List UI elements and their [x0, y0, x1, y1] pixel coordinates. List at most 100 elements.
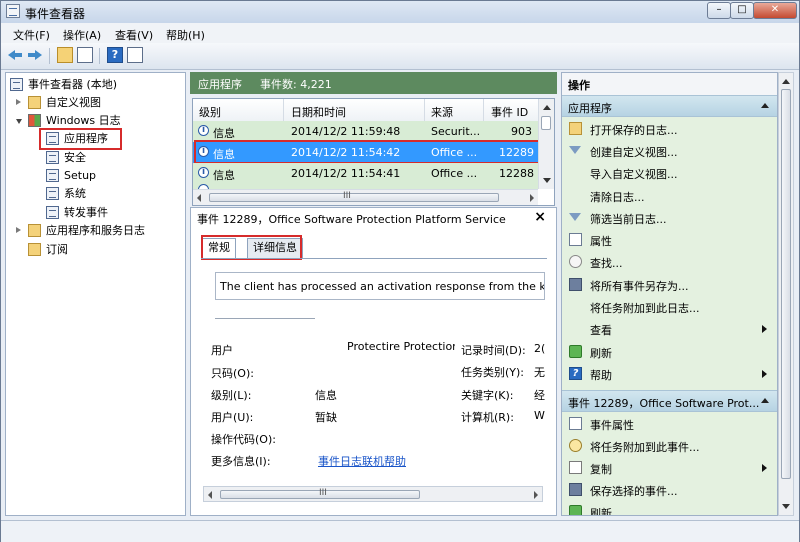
action-attach-task-to-event[interactable]: 将任务附加到此事件... [562, 435, 777, 457]
find-binoculars-icon [569, 255, 582, 268]
tree-item-app-service-logs[interactable]: 应用程序和服务日志 [10, 222, 180, 239]
event-log-online-help-link[interactable]: 事件日志联机帮助 [318, 453, 406, 469]
action-find[interactable]: 查找... [562, 251, 777, 273]
field-opcode-label: 只码(O): [211, 367, 254, 380]
event-description-box[interactable]: The client has processed an activation r… [215, 272, 545, 300]
field-user-label: 用户 [211, 344, 233, 357]
expand-arrow-icon[interactable] [16, 99, 21, 105]
action-label: 事件属性 [590, 419, 634, 432]
field-level-value: 信息 [315, 389, 337, 402]
column-divider[interactable] [424, 99, 425, 121]
minimize-button[interactable]: – [707, 2, 731, 19]
scroll-thumb[interactable] [781, 89, 791, 479]
action-attach-task-to-log[interactable]: 将任务附加到此日志... [562, 296, 777, 318]
event-viewer-icon [10, 78, 23, 91]
event-viewer-app-icon [6, 4, 20, 18]
menu-file[interactable]: 文件(F) [13, 27, 50, 43]
actions-vscroll[interactable] [778, 72, 794, 516]
field-keywords-value: 经 [534, 389, 545, 402]
detail-hscroll[interactable]: III [203, 486, 543, 502]
maximize-button[interactable]: □ [730, 2, 754, 19]
scroll-down-arrow-icon[interactable] [543, 178, 551, 183]
save-icon [569, 483, 582, 496]
action-refresh-event[interactable]: 刷新 [562, 501, 777, 515]
scroll-thumb[interactable] [209, 193, 499, 202]
event-list-hscroll[interactable]: III [193, 189, 538, 205]
column-header-level[interactable]: 级别 [199, 104, 221, 120]
forward-arrow-icon[interactable] [27, 47, 43, 63]
column-divider[interactable] [483, 99, 484, 121]
show-hide-tree-icon[interactable] [77, 47, 93, 63]
column-divider[interactable] [283, 99, 284, 121]
title-bar: 事件查看器 – □ ✕ [1, 1, 799, 24]
log-icon [46, 151, 59, 164]
action-save-all-events[interactable]: 将所有事件另存为... [562, 274, 777, 296]
scroll-up-arrow-icon[interactable] [782, 79, 790, 84]
refresh-icon [569, 345, 582, 358]
tree-item-system[interactable]: 系统 [28, 185, 178, 202]
action-clear-log[interactable]: 清除日志... [562, 185, 777, 207]
field-user2-value: 暂缺 [315, 411, 337, 424]
menu-help[interactable]: 帮助(H) [166, 27, 205, 43]
column-header-source[interactable]: 来源 [431, 104, 453, 120]
scroll-right-arrow-icon[interactable] [530, 194, 534, 202]
scroll-right-arrow-icon[interactable] [534, 491, 538, 499]
action-import-custom-view[interactable]: 导入自定义视图... [562, 162, 777, 184]
scroll-up-arrow-icon[interactable] [543, 105, 551, 110]
action-copy[interactable]: 复制 [562, 457, 777, 479]
close-detail-icon[interactable]: × [534, 209, 546, 225]
action-label: 属性 [590, 235, 612, 248]
back-arrow-icon[interactable] [7, 47, 23, 63]
tabs-highlight [201, 235, 302, 260]
action-save-selected-events[interactable]: 保存选择的事件... [562, 479, 777, 501]
scroll-grip: III [319, 488, 327, 498]
open-folder-icon[interactable] [57, 47, 73, 63]
action-label: 查找... [590, 257, 623, 270]
action-filter-current-log[interactable]: 筛选当前日志... [562, 207, 777, 229]
actions-section-application[interactable]: 应用程序 [562, 95, 777, 117]
event-list-vscroll[interactable] [538, 99, 554, 189]
tree-item-subscriptions[interactable]: 订阅 [10, 241, 180, 258]
action-label: 创建自定义视图... [590, 146, 678, 159]
scroll-thumb[interactable] [541, 116, 551, 130]
action-help[interactable]: ? 帮助 [562, 363, 777, 385]
actions-section-event[interactable]: 事件 12289，Office Software Prot... [562, 390, 777, 412]
table-row[interactable]: i 信息 2014/12/2 11:54:41 Office ... 12288 [193, 163, 538, 184]
tree-item-root[interactable]: 事件查看器 (本地) [10, 76, 180, 93]
row-event-id: 12288 [499, 167, 534, 180]
menu-action[interactable]: 操作(A) [63, 27, 101, 43]
action-properties[interactable]: 属性 [562, 229, 777, 251]
column-header-datetime[interactable]: 日期和时间 [291, 104, 346, 120]
section-label: 事件 12289，Office Software Prot... [568, 397, 760, 410]
collapse-arrow-icon[interactable] [16, 119, 22, 124]
table-row[interactable]: i 信息 2014/12/2 11:59:48 Securit... 903 [193, 121, 538, 142]
show-hide-action-pane-icon[interactable] [127, 47, 143, 63]
menu-view[interactable]: 查看(V) [115, 27, 153, 43]
action-label: 筛选当前日志... [590, 213, 667, 226]
action-refresh[interactable]: 刷新 [562, 341, 777, 363]
close-button[interactable]: ✕ [753, 2, 797, 19]
collapse-caret-icon[interactable] [761, 103, 769, 108]
tree-item-security[interactable]: 安全 [28, 149, 178, 166]
expand-arrow-icon[interactable] [16, 227, 21, 233]
action-event-properties[interactable]: 事件属性 [562, 413, 777, 435]
scroll-left-arrow-icon[interactable] [208, 491, 212, 499]
window-title: 事件查看器 [25, 7, 86, 21]
help-icon[interactable]: ? [107, 47, 123, 63]
action-open-saved-log[interactable]: 打开保存的日志... [562, 118, 777, 140]
tree-item-custom-views[interactable]: 自定义视图 [10, 94, 180, 111]
tree-item-setup[interactable]: Setup [28, 167, 178, 184]
tree-item-forwarded-events[interactable]: 转发事件 [28, 204, 178, 221]
event-count: 事件数: 4,221 [260, 78, 332, 91]
column-header-event-id[interactable]: 事件 ID [491, 104, 528, 120]
tree-item-label: Windows 日志 [46, 114, 121, 127]
scroll-down-arrow-icon[interactable] [782, 504, 790, 509]
action-label: 查看 [590, 324, 612, 337]
collapse-caret-icon[interactable] [761, 398, 769, 403]
log-icon [46, 206, 59, 219]
row-source: Securit... [431, 125, 481, 138]
scroll-left-arrow-icon[interactable] [197, 194, 201, 202]
action-create-custom-view[interactable]: 创建自定义视图... [562, 140, 777, 162]
action-view[interactable]: 查看 [562, 318, 777, 340]
tree-item-windows-logs[interactable]: Windows 日志 [10, 112, 180, 129]
